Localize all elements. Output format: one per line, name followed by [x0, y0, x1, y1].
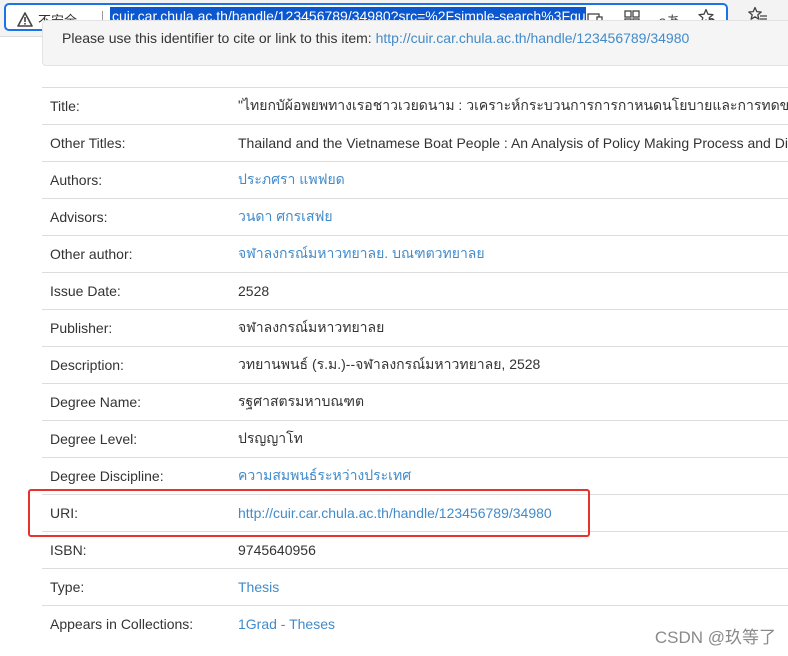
citation-link[interactable]: http://cuir.car.chula.ac.th/handle/12345… [376, 30, 690, 46]
citation-text: Please use this identifier to cite or li… [62, 30, 689, 46]
metadata-value: "ไทยกบัผ้อพยพทางเรอชาวเวยดนาม : วเคราะห์… [238, 87, 788, 125]
metadata-label: Appears in Collections: [42, 605, 238, 642]
metadata-value: Thailand and the Vietnamese Boat People … [238, 124, 788, 162]
metadata-row: Description: วทยานพนธ์ (ร.ม.)--จฬาลงกรณ์ม… [42, 346, 788, 384]
metadata-label: Other author: [42, 235, 238, 273]
citation-box: Please use this identifier to cite or li… [42, 20, 788, 66]
metadata-label: Type: [42, 568, 238, 606]
metadata-value-link[interactable]: จฬาลงกรณ์มหาวทยาลย. บณฑตวทยาลย [238, 235, 788, 273]
metadata-label: ISBN: [42, 531, 238, 569]
metadata-row: Advisors: วนดา ศกรเสฟย [42, 198, 788, 236]
citation-label: Please use this identifier to cite or li… [62, 30, 376, 46]
metadata-value-link[interactable]: วนดา ศกรเสฟย [238, 198, 788, 236]
metadata-value: จฬาลงกรณ์มหาวทยาลย [238, 309, 788, 347]
metadata-label: Degree Name: [42, 383, 238, 421]
metadata-value: รฐศาสตรมหาบณฑต [238, 383, 788, 421]
metadata-value: ปรญญาโท [238, 420, 788, 458]
metadata-row: Publisher: จฬาลงกรณ์มหาวทยาลย [42, 309, 788, 347]
metadata-value: 2528 [238, 272, 788, 310]
metadata-row: ISBN: 9745640956 [42, 531, 788, 569]
metadata-row: Other author: จฬาลงกรณ์มหาวทยาลย. บณฑตวทย… [42, 235, 788, 273]
metadata-value: 9745640956 [238, 531, 788, 569]
warning-icon [17, 12, 33, 27]
metadata-row: Title: "ไทยกบัผ้อพยพทางเรอชาวเวยดนาม : วเ… [42, 87, 788, 125]
metadata-row: Other Titles: Thailand and the Vietnamese… [42, 124, 788, 162]
metadata-label: Advisors: [42, 198, 238, 236]
metadata-label: Authors: [42, 161, 238, 199]
metadata-label: Degree Level: [42, 420, 238, 458]
metadata-value-link[interactable]: ประภศรา แพฟยด [238, 161, 788, 199]
metadata-value: วทยานพนธ์ (ร.ม.)--จฬาลงกรณ์มหาวทยาลย, 25… [238, 346, 788, 384]
metadata-label: Publisher: [42, 309, 238, 347]
metadata-row: Degree Level: ปรญญาโท [42, 420, 788, 458]
metadata-label: Title: [42, 87, 238, 125]
metadata-row: Degree Name: รฐศาสตรมหาบณฑต [42, 383, 788, 421]
metadata-row: Type: Thesis [42, 568, 788, 606]
metadata-row: Authors: ประภศรา แพฟยด [42, 161, 788, 199]
metadata-label: Description: [42, 346, 238, 384]
metadata-value-link[interactable]: Thesis [238, 568, 788, 606]
metadata-label: Other Titles: [42, 124, 238, 162]
highlight-box [28, 489, 590, 537]
metadata-row: Issue Date: 2528 [42, 272, 788, 310]
metadata-label: Issue Date: [42, 272, 238, 310]
metadata-table: Title: "ไทยกบัผ้อพยพทางเรอชาวเวยดนาม : วเ… [42, 87, 788, 642]
watermark: CSDN @玖等了 [654, 628, 776, 647]
